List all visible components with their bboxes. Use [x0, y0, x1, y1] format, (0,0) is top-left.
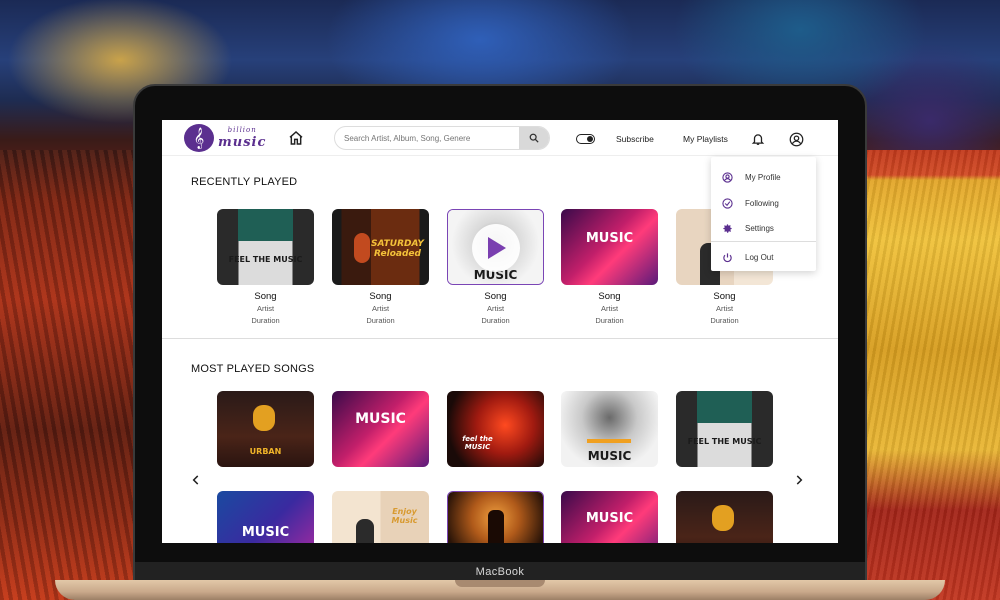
album-art-top	[238, 209, 293, 241]
laptop-bezel: MacBook	[135, 562, 865, 581]
play-button[interactable]	[472, 224, 520, 272]
menu-label-log-out: Log Out	[745, 252, 774, 262]
subscribe-link[interactable]: Subscribe	[616, 134, 654, 144]
album-art-glow	[587, 439, 631, 443]
duration: Duration	[481, 316, 510, 325]
song-title: Song	[254, 291, 277, 302]
album-art-text: FEEL THE MUSIC	[687, 437, 762, 446]
most-card-r1-3[interactable]: feel the MUSIC	[447, 391, 544, 467]
most-card-r2-5[interactable]	[676, 491, 773, 543]
album-art-text: Enjoy Music	[391, 507, 418, 525]
menu-item-settings[interactable]: Settings	[711, 216, 816, 240]
most-card-r2-4[interactable]: MUSIC	[561, 491, 658, 543]
recent-meta-4: Song Artist Duration	[561, 291, 658, 325]
user-profile-icon[interactable]	[789, 132, 804, 147]
album-art-text: MUSIC	[355, 411, 406, 427]
menu-divider	[711, 241, 816, 242]
recent-card-1[interactable]: FEEL THE MUSIC	[217, 209, 314, 285]
laptop-notch	[455, 580, 545, 587]
song-title: Song	[713, 291, 736, 302]
recently-played-title: RECENTLY PLAYED	[191, 176, 298, 188]
album-art-text: MUSIC	[585, 511, 634, 526]
logo[interactable]: 𝄞 billion music	[184, 124, 266, 152]
menu-item-my-profile[interactable]: My Profile	[711, 165, 816, 189]
navbar: 𝄞 billion music Subscribe My Playlists	[162, 120, 838, 156]
album-art-figure	[712, 505, 734, 531]
bell-icon[interactable]	[751, 132, 765, 146]
album-art	[332, 391, 429, 467]
recent-card-4[interactable]: MUSIC	[561, 209, 658, 285]
logo-small-text: billion	[227, 125, 257, 134]
duration: Duration	[595, 316, 624, 325]
artist-name: Artist	[371, 304, 390, 313]
recent-card-3[interactable]: MUSIC	[447, 209, 544, 285]
background-left-streak	[0, 150, 140, 600]
most-card-r1-2[interactable]: MUSIC	[332, 391, 429, 467]
macbook-label: MacBook	[475, 565, 525, 578]
recent-meta-1: Song Artist Duration	[217, 291, 314, 325]
chevron-right-icon[interactable]	[792, 473, 806, 487]
search-bar	[334, 126, 550, 150]
album-art	[561, 209, 658, 285]
recent-meta-3: Song Artist Duration	[447, 291, 544, 325]
album-art	[447, 391, 544, 467]
menu-label-my-profile: My Profile	[745, 172, 781, 182]
artist-name: Artist	[600, 304, 619, 313]
menu-label-following: Following	[745, 198, 779, 208]
recent-meta-2: Song Artist Duration	[332, 291, 429, 325]
album-art-text: MUSIC	[585, 231, 634, 246]
album-art-top	[697, 391, 752, 423]
gear-icon	[723, 223, 732, 233]
duration: Duration	[366, 316, 395, 325]
search-icon	[529, 133, 539, 143]
song-title: Song	[598, 291, 621, 302]
artist-name: Artist	[715, 304, 734, 313]
profile-dropdown-menu: My Profile Following Settings Log Out	[711, 157, 816, 271]
recent-card-2[interactable]: SATURDAY Reloaded	[332, 209, 429, 285]
most-card-r2-3[interactable]	[447, 491, 544, 543]
user-circle-icon	[722, 171, 733, 183]
check-circle-icon	[722, 197, 733, 209]
duration: Duration	[251, 316, 280, 325]
album-art-text: SATURDAY Reloaded	[371, 239, 424, 259]
album-art-text: MUSIC	[587, 449, 632, 463]
app-screen: 𝄞 billion music Subscribe My Playlists	[162, 120, 838, 543]
song-title: Song	[369, 291, 392, 302]
search-input[interactable]	[335, 127, 521, 149]
artist-name: Artist	[256, 304, 275, 313]
most-played-title: MOST PLAYED SONGS	[191, 363, 315, 375]
treble-clef-icon: 𝄞	[184, 124, 214, 152]
duration: Duration	[710, 316, 739, 325]
chevron-left-icon[interactable]	[189, 473, 203, 487]
menu-label-settings: Settings	[745, 223, 774, 233]
song-title: Song	[484, 291, 507, 302]
play-icon	[488, 237, 506, 259]
menu-item-log-out[interactable]: Log Out	[711, 245, 816, 269]
most-card-r1-4[interactable]: MUSIC	[561, 391, 658, 467]
recent-meta-5: Song Artist Duration	[676, 291, 773, 325]
album-art-figure	[356, 519, 374, 543]
most-card-r1-5[interactable]: FEEL THE MUSIC	[676, 391, 773, 467]
artist-name: Artist	[486, 304, 505, 313]
album-art-text: FEEL THE MUSIC	[228, 255, 303, 264]
search-button[interactable]	[519, 127, 549, 149]
album-art-figure	[488, 510, 504, 543]
most-card-r1-1[interactable]: URBAN	[217, 391, 314, 467]
album-art-text: URBAN	[249, 447, 282, 456]
album-art-figure	[253, 405, 275, 431]
logo-big-text: music	[218, 134, 267, 150]
section-divider	[162, 338, 838, 339]
logo-text: billion music	[218, 125, 267, 150]
menu-item-following[interactable]: Following	[711, 191, 816, 215]
theme-toggle[interactable]	[576, 134, 595, 144]
home-icon[interactable]	[288, 130, 304, 146]
my-playlists-link[interactable]: My Playlists	[683, 134, 728, 144]
album-art-text: feel the MUSIC	[462, 435, 493, 451]
album-art-text: MUSIC	[241, 525, 290, 540]
power-icon	[723, 252, 732, 262]
most-card-r2-1[interactable]: MUSIC	[217, 491, 314, 543]
most-card-r2-2[interactable]: Enjoy Music	[332, 491, 429, 543]
